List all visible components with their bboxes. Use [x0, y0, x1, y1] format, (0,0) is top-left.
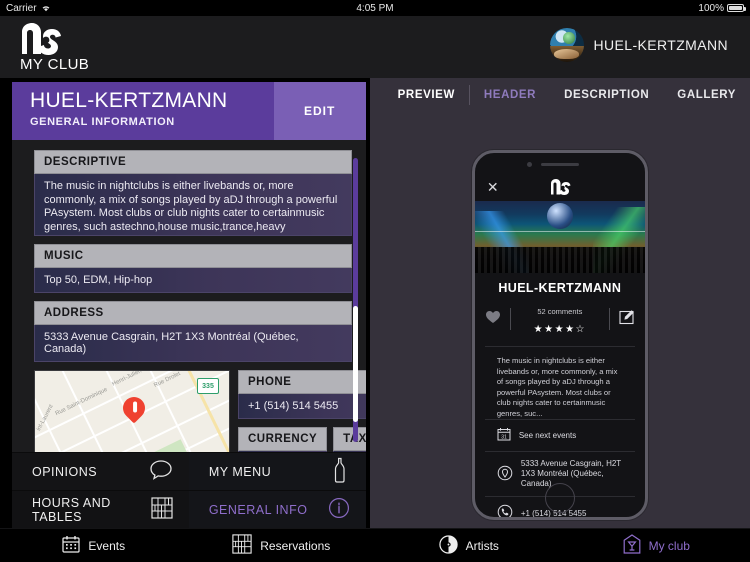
bottom-tab-bar: Events Reservations Artists My club: [0, 528, 750, 562]
action-label: OPINIONS: [32, 464, 98, 479]
battery-percent: 100%: [698, 2, 724, 14]
calendar-icon: [62, 535, 81, 556]
club-name: HUEL-KERTZMANN: [30, 89, 228, 112]
tabbar-item-my-club[interactable]: My club: [563, 529, 750, 562]
scrollbar-thumb[interactable]: [352, 305, 358, 423]
preview-row-events[interactable]: 31 See next events: [484, 419, 635, 451]
tabbar-item-artists[interactable]: Artists: [375, 529, 563, 562]
map-route-shield: 335: [197, 378, 219, 394]
status-right: 100%: [698, 2, 746, 14]
location-map[interactable]: Henri-Julien Rue Drolet Rue Saint-Domini…: [34, 370, 230, 452]
club-card: HUEL-KERTZMANN GENERAL INFORMATION EDIT …: [12, 82, 366, 528]
tax-label: TAX: [333, 427, 366, 451]
phone-camera-icon: [526, 162, 532, 167]
currency-label: CURRENCY: [238, 427, 328, 451]
contact-column: PHONE +1 (514) 514 5455 CURRENCY CAD TAX…: [238, 370, 366, 452]
tabbar-label: Events: [88, 538, 126, 553]
close-icon[interactable]: ✕: [487, 180, 499, 194]
action-label: HOURS AND TABLES: [32, 495, 111, 524]
tabbar-label: My club: [648, 538, 690, 553]
tab-gallery[interactable]: GALLERY: [663, 89, 750, 101]
map-location-pin: [118, 392, 150, 424]
club-info-panel: HUEL-KERTZMANN GENERAL INFORMATION EDIT …: [0, 78, 370, 528]
edit-pencil-icon[interactable]: [619, 309, 635, 330]
phone-earpiece-area: [475, 153, 645, 175]
preview-tabs: PREVIEW HEADER DESCRIPTION GALLERY: [370, 78, 750, 112]
calendar-icon: 31: [497, 427, 511, 444]
phone-home-button[interactable]: [544, 483, 575, 513]
music-value[interactable]: Top 50, EDM, Hip-hop: [34, 268, 352, 293]
preview-row-label: 5333 Avenue Casgrain, H2T 1X3 Montréal (…: [520, 459, 622, 488]
ios-status-bar: Carrier 4:05 PM 100%: [0, 0, 750, 16]
phone-preview-frame: ✕ HUEL-KERTZMANN 52 comments ★★★★☆ The m…: [471, 150, 648, 520]
club-subtitle: GENERAL INFORMATION: [30, 116, 175, 128]
phone-nav-bar: ✕: [475, 175, 645, 201]
user-avatar: [549, 28, 584, 62]
phone-label: PHONE: [238, 370, 366, 394]
preview-description: The music in nightclubs is either liveba…: [484, 346, 635, 419]
action-general-info[interactable]: GENERAL INFO: [188, 490, 366, 528]
heart-icon[interactable]: [485, 310, 501, 329]
bottle-icon: [330, 457, 350, 486]
descriptive-value[interactable]: The music in nightclubs is either liveba…: [34, 174, 352, 236]
phone-icon: [497, 504, 513, 517]
preview-meta-row: 52 comments ★★★★☆: [475, 301, 645, 337]
edit-button[interactable]: EDIT: [273, 82, 366, 140]
rating-block: 52 comments ★★★★☆: [520, 301, 600, 337]
phone-value[interactable]: +1 (514) 514 5455: [238, 394, 366, 419]
action-label: GENERAL INFO: [208, 502, 308, 517]
nightclub-photo: [474, 201, 645, 273]
star-rating[interactable]: ★★★★☆: [534, 324, 586, 335]
battery-icon: [727, 4, 746, 12]
music-label: MUSIC: [34, 244, 352, 268]
user-name-label: HUEL-KERTZMANN: [593, 37, 728, 53]
comments-count: 52 comments: [537, 307, 583, 316]
vertical-scrollbar[interactable]: [352, 158, 358, 442]
address-value[interactable]: 5333 Avenue Casgrain, H2T 1X3 Montréal (…: [34, 325, 352, 362]
preview-club-name: HUEL-KERTZMANN: [498, 281, 622, 295]
descriptive-label: DESCRIPTIVE: [34, 150, 352, 174]
currency-tax-row: CURRENCY CAD TAX 14.975%: [238, 427, 366, 452]
club-actions-grid: OPINIONS MY MENU HOURS AND TABLES GENERA…: [12, 452, 366, 528]
club-card-header: HUEL-KERTZMANN GENERAL INFORMATION EDIT: [12, 82, 366, 140]
page-title: MY CLUB: [20, 56, 90, 73]
phone-speaker-icon: [540, 163, 579, 166]
action-opinions[interactable]: OPINIONS: [12, 452, 189, 490]
map-and-contact-row: Henri-Julien Rue Drolet Rue Saint-Domini…: [34, 370, 366, 452]
tables-grid-icon: [232, 534, 252, 557]
svg-text:31: 31: [501, 434, 507, 440]
tabbar-item-events[interactable]: Events: [0, 529, 188, 562]
location-pin-icon: [497, 465, 513, 484]
preview-panel: PREVIEW HEADER DESCRIPTION GALLERY ✕ HUE…: [369, 78, 750, 528]
tab-preview[interactable]: PREVIEW: [384, 89, 469, 101]
action-hours-and-tables[interactable]: HOURS AND TABLES: [12, 490, 189, 528]
tabbar-label: Artists: [465, 538, 499, 553]
fields-scroll-area[interactable]: DESCRIPTIVE The music in nightclubs is e…: [12, 140, 366, 452]
ns-logo-icon: [549, 177, 571, 197]
martini-house-icon: [623, 534, 641, 557]
action-label: MY MENU: [208, 464, 272, 479]
tabbar-item-reservations[interactable]: Reservations: [188, 529, 376, 562]
vinyl-disc-icon: [438, 534, 458, 557]
status-time: 4:05 PM: [356, 2, 394, 14]
club-title-block: HUEL-KERTZMANN GENERAL INFORMATION: [12, 82, 274, 140]
tabbar-label: Reservations: [260, 538, 331, 553]
user-chip[interactable]: HUEL-KERTZMANN: [549, 28, 728, 62]
action-my-menu[interactable]: MY MENU: [188, 452, 366, 490]
main-area: HUEL-KERTZMANN GENERAL INFORMATION EDIT …: [0, 78, 750, 528]
tables-grid-icon: [151, 497, 173, 522]
app-header: MY CLUB HUEL-KERTZMANN: [0, 16, 750, 78]
map-park-area: [144, 439, 190, 452]
ns-logo-icon: [18, 20, 62, 58]
address-label: ADDRESS: [34, 301, 352, 325]
info-circle-icon: [328, 497, 350, 522]
speech-bubble-icon: [149, 459, 173, 484]
preview-row-label: See next events: [518, 430, 577, 440]
tab-description[interactable]: DESCRIPTION: [550, 89, 663, 101]
tab-header[interactable]: HEADER: [470, 89, 550, 101]
